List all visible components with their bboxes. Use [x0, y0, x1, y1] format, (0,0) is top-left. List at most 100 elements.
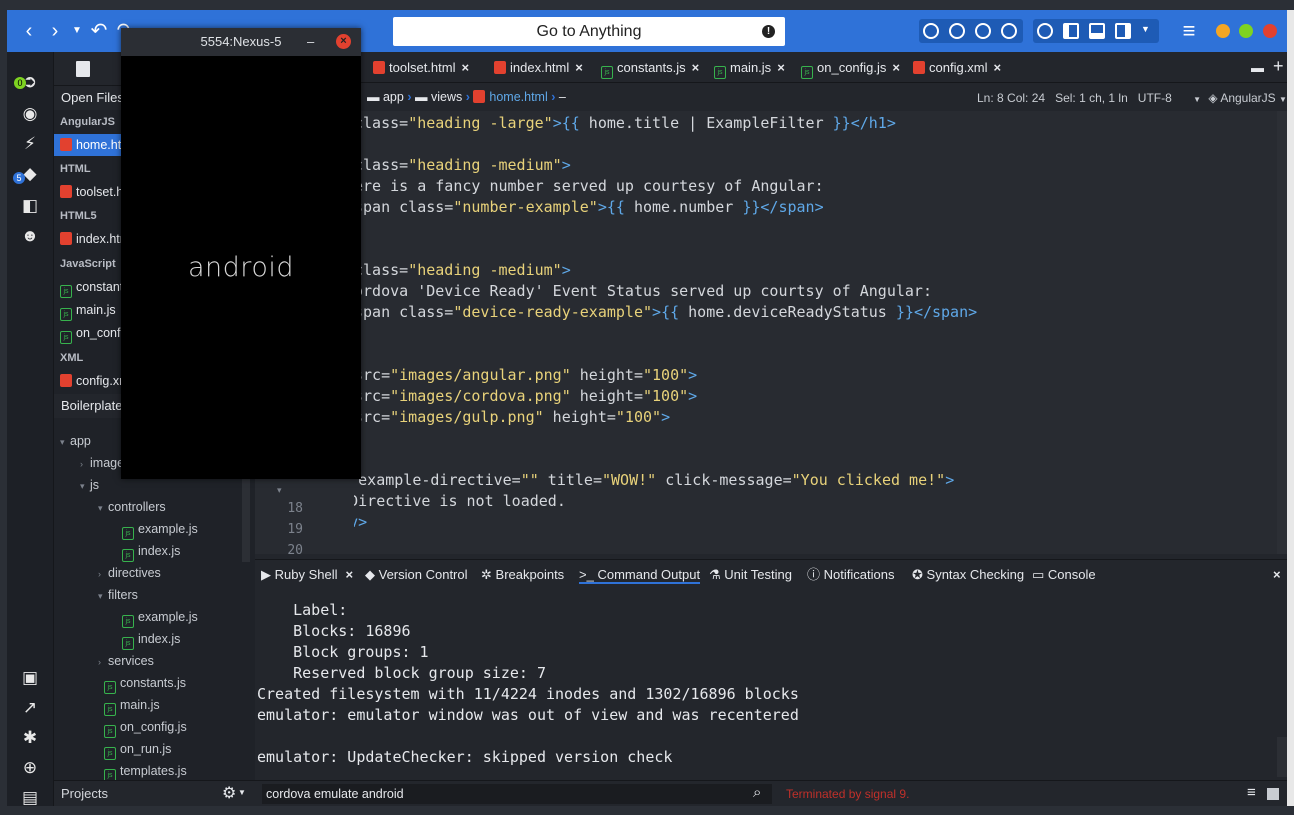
tree-file-example-js[interactable]: js example.js [122, 518, 198, 540]
tab-list-icon[interactable]: ▬ [1251, 59, 1264, 77]
globe-icon[interactable]: ◉ [20, 104, 40, 124]
web-icon[interactable]: ⊕ [20, 758, 40, 778]
record-macro-icon[interactable] [923, 23, 939, 39]
maximize-window-icon[interactable] [1239, 24, 1253, 38]
line-number: 20 [287, 543, 303, 558]
play-macro-icon[interactable] [975, 23, 991, 39]
tree-item-js[interactable]: ▾ js [80, 474, 99, 496]
terminal-icon[interactable]: ▣ [20, 668, 40, 688]
stop-icon[interactable] [1267, 788, 1279, 800]
list-icon[interactable]: ≡ [1247, 784, 1256, 801]
breadcrumb-item-app[interactable]: app [383, 90, 404, 104]
close-tab-icon[interactable]: × [994, 60, 1002, 75]
file-label: main.js [76, 303, 116, 317]
tab-on-config-js[interactable]: js on_config.js × [801, 59, 900, 79]
tab-syntax-checking[interactable]: ✪ Syntax Checking [912, 566, 1024, 584]
tab-command-output[interactable]: >_ Command Output [579, 566, 701, 584]
html-file-icon [494, 61, 506, 74]
caret-closed-icon: › [98, 569, 101, 579]
close-tab-icon[interactable]: × [346, 567, 354, 582]
tab-index-html[interactable]: index.html × [494, 59, 583, 77]
tree-file-index-js-2[interactable]: js index.js [122, 628, 180, 650]
undo-icon[interactable]: ↶ [87, 19, 111, 43]
tree-item-controllers[interactable]: ▾ controllers [98, 496, 166, 518]
output-scrollbar[interactable] [1277, 737, 1287, 777]
tree-item-services[interactable]: › services [98, 650, 154, 672]
robot-icon[interactable]: ☻ [20, 226, 40, 246]
close-tab-icon[interactable]: × [461, 60, 469, 75]
breadcrumb-item-home-html[interactable]: home.html [489, 90, 547, 104]
forward-icon[interactable]: › [43, 19, 67, 43]
emulator-close-icon[interactable]: × [336, 34, 351, 49]
preview-eye-icon[interactable] [1037, 23, 1053, 39]
tab-constants-js[interactable]: js constants.js × [601, 59, 700, 79]
history-dropdown-icon[interactable]: ▼ [65, 19, 89, 43]
tree-file-constants-js[interactable]: js constants.js [104, 672, 186, 694]
go-to-anything-input[interactable]: Go to Anything ! [393, 17, 785, 46]
tab-config-xml[interactable]: config.xml × [913, 59, 1001, 77]
toggle-left-pane-icon[interactable] [1063, 23, 1079, 39]
breadcrumb-item-views[interactable]: views [431, 90, 462, 104]
tab-console[interactable]: ▭ Console [1032, 566, 1096, 584]
tree-file-example-js-2[interactable]: js example.js [122, 606, 198, 628]
tree-file-main-js[interactable]: js main.js [104, 694, 160, 716]
close-tab-icon[interactable]: × [692, 60, 700, 75]
editor-scrollbar[interactable] [1277, 111, 1287, 554]
back-icon[interactable]: ‹ [17, 19, 41, 43]
save-macro-icon[interactable] [1001, 23, 1017, 39]
language-dropdown-icon[interactable]: ▼ [1279, 95, 1287, 104]
tree-item-directives[interactable]: › directives [98, 562, 161, 584]
chevron-down-icon[interactable]: ▼ [238, 788, 246, 797]
tree-file-on-config-js[interactable]: js on_config.js [104, 716, 187, 738]
code-line: src="images/cordova.png" height="100"> [354, 387, 698, 405]
new-tab-icon[interactable]: + [1273, 57, 1284, 75]
tree-file-on-run-js[interactable]: js on_run.js [104, 738, 171, 760]
layout-dropdown-icon[interactable]: ▼ [1141, 24, 1150, 34]
breadcrumb-item-symbol[interactable]: – [559, 90, 566, 104]
tab-toolset-html[interactable]: toolset.html × [373, 59, 469, 77]
gear-icon[interactable]: ⚙ [222, 783, 236, 803]
hamburger-menu-icon[interactable]: ≡ [1177, 19, 1201, 43]
lightning-icon[interactable]: ⚡ [20, 134, 40, 154]
puzzle-icon[interactable]: ✱ [20, 728, 40, 748]
file-tab-icon[interactable] [76, 61, 90, 77]
close-tab-icon[interactable]: × [575, 60, 583, 75]
close-tab-icon[interactable]: × [777, 60, 785, 75]
syntax-check-icon: ✪ [912, 567, 923, 582]
language-selector[interactable]: AngularJS [1220, 91, 1275, 105]
close-window-icon[interactable] [1263, 24, 1277, 38]
sidebar-footer: Projects ⚙ ▼ [54, 780, 255, 806]
tree-file-index-js[interactable]: js index.js [122, 540, 180, 562]
emulator-minimize-icon[interactable]: – [307, 28, 314, 56]
save-all-icon[interactable]: ▤ [20, 788, 40, 808]
toggle-bottom-pane-icon[interactable] [1089, 23, 1105, 39]
stop-macro-icon[interactable] [949, 23, 965, 39]
notification-alert-icon[interactable]: ! [762, 25, 775, 38]
chart-icon[interactable]: ↗ [20, 698, 40, 718]
tree-file-templates-js[interactable]: js templates.js [104, 760, 187, 782]
minimize-window-icon[interactable] [1216, 24, 1230, 38]
fold-icon[interactable]: ▾ [277, 485, 282, 496]
tree-item-app[interactable]: ▾ app [60, 430, 91, 452]
tab-version-control[interactable]: ◆ Version Control [365, 566, 468, 584]
encoding-selector[interactable]: UTF-8 [1138, 91, 1172, 105]
command-input[interactable] [262, 784, 772, 804]
toggle-right-pane-icon[interactable] [1115, 23, 1131, 39]
encoding-dropdown-icon[interactable]: ▼ [1193, 95, 1201, 104]
tab-notifications[interactable]: ⓘ Notifications [807, 566, 894, 584]
tree-label: example.js [138, 522, 198, 536]
toolbox-icon[interactable]: ◧ [20, 196, 40, 216]
rail-badge-secondary: 5 [13, 172, 25, 184]
tree-item-filters[interactable]: ▾ filters [98, 584, 138, 606]
close-panel-icon[interactable]: × [1273, 566, 1281, 584]
tab-unit-testing[interactable]: ⚗ Unit Testing [709, 566, 792, 584]
open-file-main-js[interactable]: js main.js [60, 299, 116, 321]
tab-main-js[interactable]: js main.js × [714, 59, 785, 79]
code-editor[interactable]: ▾ 18 19 20 21 class="heading -large">{{ … [255, 111, 1287, 558]
tab-ruby-shell[interactable]: ▶ Ruby Shell × [261, 566, 353, 584]
close-tab-icon[interactable]: × [892, 60, 900, 75]
emulator-window[interactable]: 5554:Nexus-5 – × android [121, 28, 361, 479]
tab-breakpoints[interactable]: ✲ Breakpoints [481, 566, 564, 584]
emulator-title-bar[interactable]: 5554:Nexus-5 – × [121, 28, 361, 56]
search-icon[interactable]: ⌕ [753, 784, 761, 801]
